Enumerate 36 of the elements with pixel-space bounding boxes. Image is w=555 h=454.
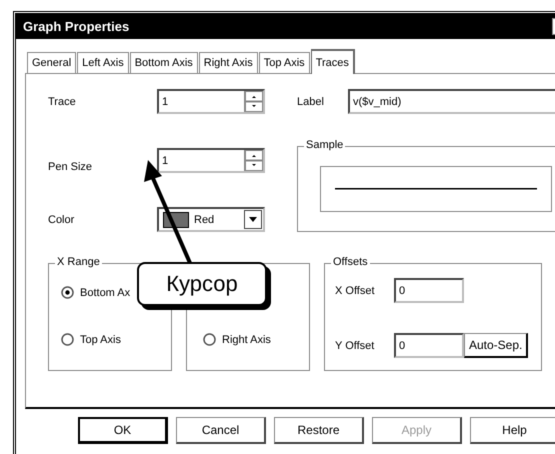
x-offset-field[interactable]: 0 xyxy=(394,278,464,303)
radio-button[interactable]: Bottom Ax xyxy=(61,286,130,299)
dialog-button[interactable]: OK xyxy=(78,417,168,444)
dialog-button[interactable]: Help xyxy=(470,417,555,444)
label-label: Label xyxy=(297,96,325,108)
color-dropdown[interactable]: Red xyxy=(157,207,265,232)
auto-sep-button[interactable]: Auto-Sep. xyxy=(464,333,528,358)
color-label: Color xyxy=(48,214,76,226)
dropdown-arrow-icon[interactable] xyxy=(249,217,257,222)
radio-icon[interactable] xyxy=(61,333,74,346)
group-title: Sample xyxy=(304,139,346,151)
tab[interactable]: Top Axis xyxy=(258,52,310,73)
group-title: Offsets xyxy=(331,256,370,268)
spin-arrows-icon[interactable] xyxy=(245,91,263,112)
tab[interactable]: Right Axis xyxy=(198,52,258,73)
window-title: Graph Properties xyxy=(23,19,130,34)
label-field[interactable]: v($v_mid) xyxy=(348,89,555,114)
y-offset-label: Y Offset xyxy=(335,340,376,352)
radio-icon[interactable] xyxy=(203,333,216,346)
tab[interactable]: Bottom Axis xyxy=(130,52,198,73)
radio-button[interactable]: Right Axis xyxy=(203,333,271,346)
tab[interactable]: General xyxy=(27,52,76,73)
trace-label: Trace xyxy=(48,96,77,108)
spin-field[interactable]: 1 xyxy=(157,89,265,114)
spin-arrows-icon[interactable] xyxy=(245,150,263,171)
pen-size-label: Pen Size xyxy=(48,161,94,173)
group-title: X Range xyxy=(55,256,102,268)
tab[interactable]: Left Axis xyxy=(77,52,129,73)
radio-button[interactable]: Top Axis xyxy=(61,333,121,346)
radio-icon[interactable] xyxy=(61,286,74,299)
dialog-button[interactable]: Cancel xyxy=(176,417,266,444)
x-offset-label: X Offset xyxy=(335,284,376,296)
y-offset-field[interactable]: 0 xyxy=(394,333,464,358)
dialog-button[interactable]: Restore xyxy=(274,417,364,444)
spin-field[interactable]: 1 xyxy=(157,148,265,173)
tab[interactable]: Traces xyxy=(310,49,355,74)
